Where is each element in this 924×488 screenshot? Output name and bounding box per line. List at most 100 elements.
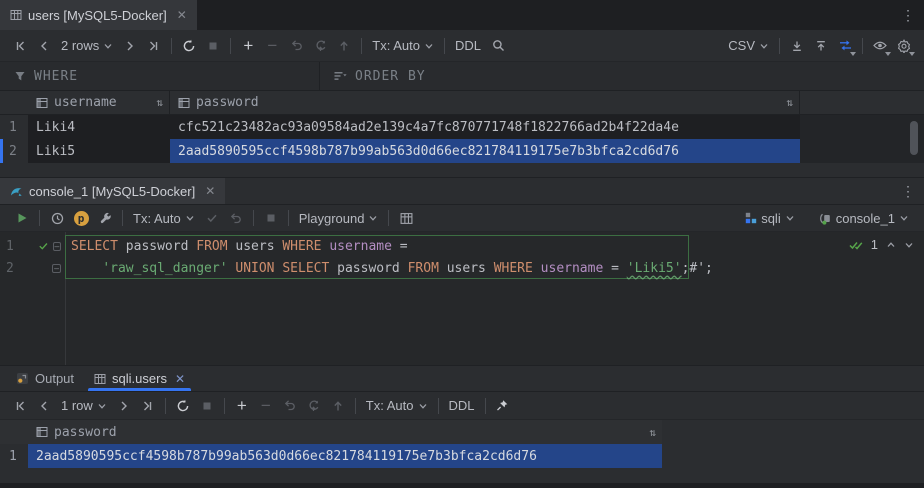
cell-password[interactable]: cfc521c23482ac93a09584ad2e139c4a7fc87077… bbox=[170, 115, 800, 139]
sql-editor[interactable]: 1 – SELECT password FROM users WHERE use… bbox=[0, 232, 924, 365]
editor-line[interactable]: 1 – SELECT password FROM users WHERE use… bbox=[0, 235, 924, 257]
stop-query-button[interactable] bbox=[201, 34, 225, 58]
tx-mode-label: Tx: Auto bbox=[133, 211, 181, 226]
statement-success-check-icon bbox=[38, 240, 49, 252]
close-icon[interactable]: ✕ bbox=[177, 8, 187, 22]
export-format-dropdown[interactable]: CSV bbox=[723, 34, 774, 58]
column-header-password[interactable]: password ⇅ bbox=[170, 91, 800, 114]
more-options-button[interactable]: ⋮ bbox=[896, 179, 920, 203]
table-row[interactable]: 2 Liki5 2aad5890595ccf4598b787b99ab563d0… bbox=[0, 139, 924, 163]
grid-header-row: username ⇅ password ⇅ bbox=[0, 91, 924, 115]
sort-toggle-icon[interactable]: ⇅ bbox=[156, 96, 163, 109]
stop-query-button[interactable] bbox=[195, 394, 219, 418]
mysql-dolphin-icon bbox=[10, 185, 23, 198]
add-row-button[interactable]: + bbox=[230, 394, 254, 418]
last-page-button[interactable] bbox=[142, 34, 166, 58]
console-settings-button[interactable] bbox=[93, 206, 117, 230]
vertical-scrollbar[interactable] bbox=[910, 121, 918, 155]
ddl-button[interactable]: DDL bbox=[444, 394, 480, 418]
settings-button[interactable] bbox=[892, 34, 916, 58]
compare-button[interactable] bbox=[833, 34, 857, 58]
schema-selector-dropdown[interactable]: sqli bbox=[740, 206, 800, 230]
arrow-up-icon bbox=[338, 40, 350, 52]
reload-data-button[interactable] bbox=[177, 34, 201, 58]
chevron-down-icon bbox=[759, 41, 769, 51]
import-data-button[interactable] bbox=[809, 34, 833, 58]
page-size-dropdown[interactable]: 2 rows bbox=[56, 34, 118, 58]
row-number: 2 bbox=[0, 139, 28, 163]
plus-icon: + bbox=[237, 397, 247, 414]
sort-toggle-icon[interactable]: ⇅ bbox=[649, 426, 656, 439]
tx-mode-dropdown[interactable]: Tx: Auto bbox=[128, 206, 200, 230]
table-row[interactable]: 1 2aad5890595ccf4598b787b99ab563d0d66ec8… bbox=[0, 444, 924, 468]
cell-username[interactable]: Liki4 bbox=[28, 115, 170, 139]
tab-users-table[interactable]: users [MySQL5-Docker] ✕ bbox=[0, 0, 197, 30]
chevron-down-icon bbox=[97, 401, 107, 411]
commit-button[interactable] bbox=[200, 206, 224, 230]
rollback-button[interactable] bbox=[302, 394, 326, 418]
view-options-button[interactable] bbox=[868, 34, 892, 58]
cell-username[interactable]: Liki5 bbox=[28, 139, 170, 163]
cell-password-selected[interactable]: 2aad5890595ccf4598b787b99ab563d0d66ec821… bbox=[28, 444, 662, 468]
console-toolbar: p Tx: Auto Playground sqli console_1 bbox=[0, 205, 924, 232]
previous-page-button[interactable] bbox=[32, 394, 56, 418]
reload-data-button[interactable] bbox=[171, 394, 195, 418]
first-page-button[interactable] bbox=[8, 34, 32, 58]
tx-mode-dropdown[interactable]: Tx: Auto bbox=[361, 394, 433, 418]
next-page-button[interactable] bbox=[112, 394, 136, 418]
users-data-grid: username ⇅ password ⇅ 1 Liki4 cfc521c234… bbox=[0, 91, 924, 163]
delete-row-button[interactable]: − bbox=[260, 34, 284, 58]
close-icon[interactable]: ✕ bbox=[205, 184, 215, 198]
output-layout-button[interactable] bbox=[394, 206, 418, 230]
query-history-button[interactable] bbox=[45, 206, 69, 230]
fold-marker-icon[interactable]: – bbox=[52, 264, 61, 273]
rollback-button[interactable] bbox=[308, 34, 332, 58]
pin-tab-button[interactable] bbox=[491, 394, 515, 418]
submit-button[interactable] bbox=[332, 34, 356, 58]
rollback-button[interactable] bbox=[224, 206, 248, 230]
editor-line[interactable]: 2 – 'raw_sql_danger' UNION SELECT passwo… bbox=[0, 257, 924, 279]
submit-button[interactable] bbox=[326, 394, 350, 418]
sort-toggle-icon[interactable]: ⇅ bbox=[786, 96, 793, 109]
session-selector-dropdown[interactable]: console_1 bbox=[814, 206, 914, 230]
tab-output-label: Output bbox=[35, 371, 74, 386]
chevron-down-icon bbox=[103, 41, 113, 51]
stop-button[interactable] bbox=[259, 206, 283, 230]
close-icon[interactable]: ✕ bbox=[175, 372, 185, 386]
cell-password-selected[interactable]: 2aad5890595ccf4598b787b99ab563d0d66ec821… bbox=[170, 139, 800, 163]
tab-output[interactable]: Output bbox=[6, 366, 84, 391]
more-options-button[interactable]: ⋮ bbox=[896, 3, 920, 27]
playground-mode-dropdown[interactable]: Playground bbox=[294, 206, 384, 230]
tab-console[interactable]: console_1 [MySQL5-Docker] ✕ bbox=[0, 178, 225, 204]
fold-marker-icon[interactable]: – bbox=[53, 242, 61, 251]
table-row[interactable]: 1 Liki4 cfc521c23482ac93a09584ad2e139c4a… bbox=[0, 115, 924, 139]
column-icon bbox=[36, 97, 48, 109]
ddl-button[interactable]: DDL bbox=[450, 34, 486, 58]
last-page-button[interactable] bbox=[136, 394, 160, 418]
next-page-icon bbox=[118, 400, 130, 412]
add-row-button[interactable]: + bbox=[236, 34, 260, 58]
column-header-password[interactable]: password ⇅ bbox=[28, 420, 662, 444]
find-button[interactable] bbox=[486, 34, 510, 58]
chevron-down-icon[interactable] bbox=[904, 240, 914, 250]
tx-mode-dropdown[interactable]: Tx: Auto bbox=[367, 34, 439, 58]
first-page-button[interactable] bbox=[8, 394, 32, 418]
order-by-input[interactable]: ORDER BY bbox=[320, 62, 924, 90]
parameter-p-icon: p bbox=[74, 211, 89, 226]
parameters-button[interactable]: p bbox=[69, 206, 93, 230]
undo-icon bbox=[229, 212, 242, 225]
where-filter-input[interactable]: WHERE bbox=[0, 62, 320, 90]
revert-changes-button[interactable] bbox=[284, 34, 308, 58]
export-data-button[interactable] bbox=[785, 34, 809, 58]
page-size-dropdown[interactable]: 1 row bbox=[56, 394, 112, 418]
column-header-username[interactable]: username ⇅ bbox=[28, 91, 170, 114]
previous-page-button[interactable] bbox=[32, 34, 56, 58]
next-page-button[interactable] bbox=[118, 34, 142, 58]
chevron-up-icon[interactable] bbox=[886, 240, 896, 250]
line-number: 2 bbox=[0, 261, 24, 276]
first-page-icon bbox=[14, 40, 26, 52]
revert-changes-button[interactable] bbox=[278, 394, 302, 418]
delete-row-button[interactable]: − bbox=[254, 394, 278, 418]
tab-result-sqli-users[interactable]: sqli.users ✕ bbox=[84, 366, 195, 391]
execute-button[interactable] bbox=[10, 206, 34, 230]
